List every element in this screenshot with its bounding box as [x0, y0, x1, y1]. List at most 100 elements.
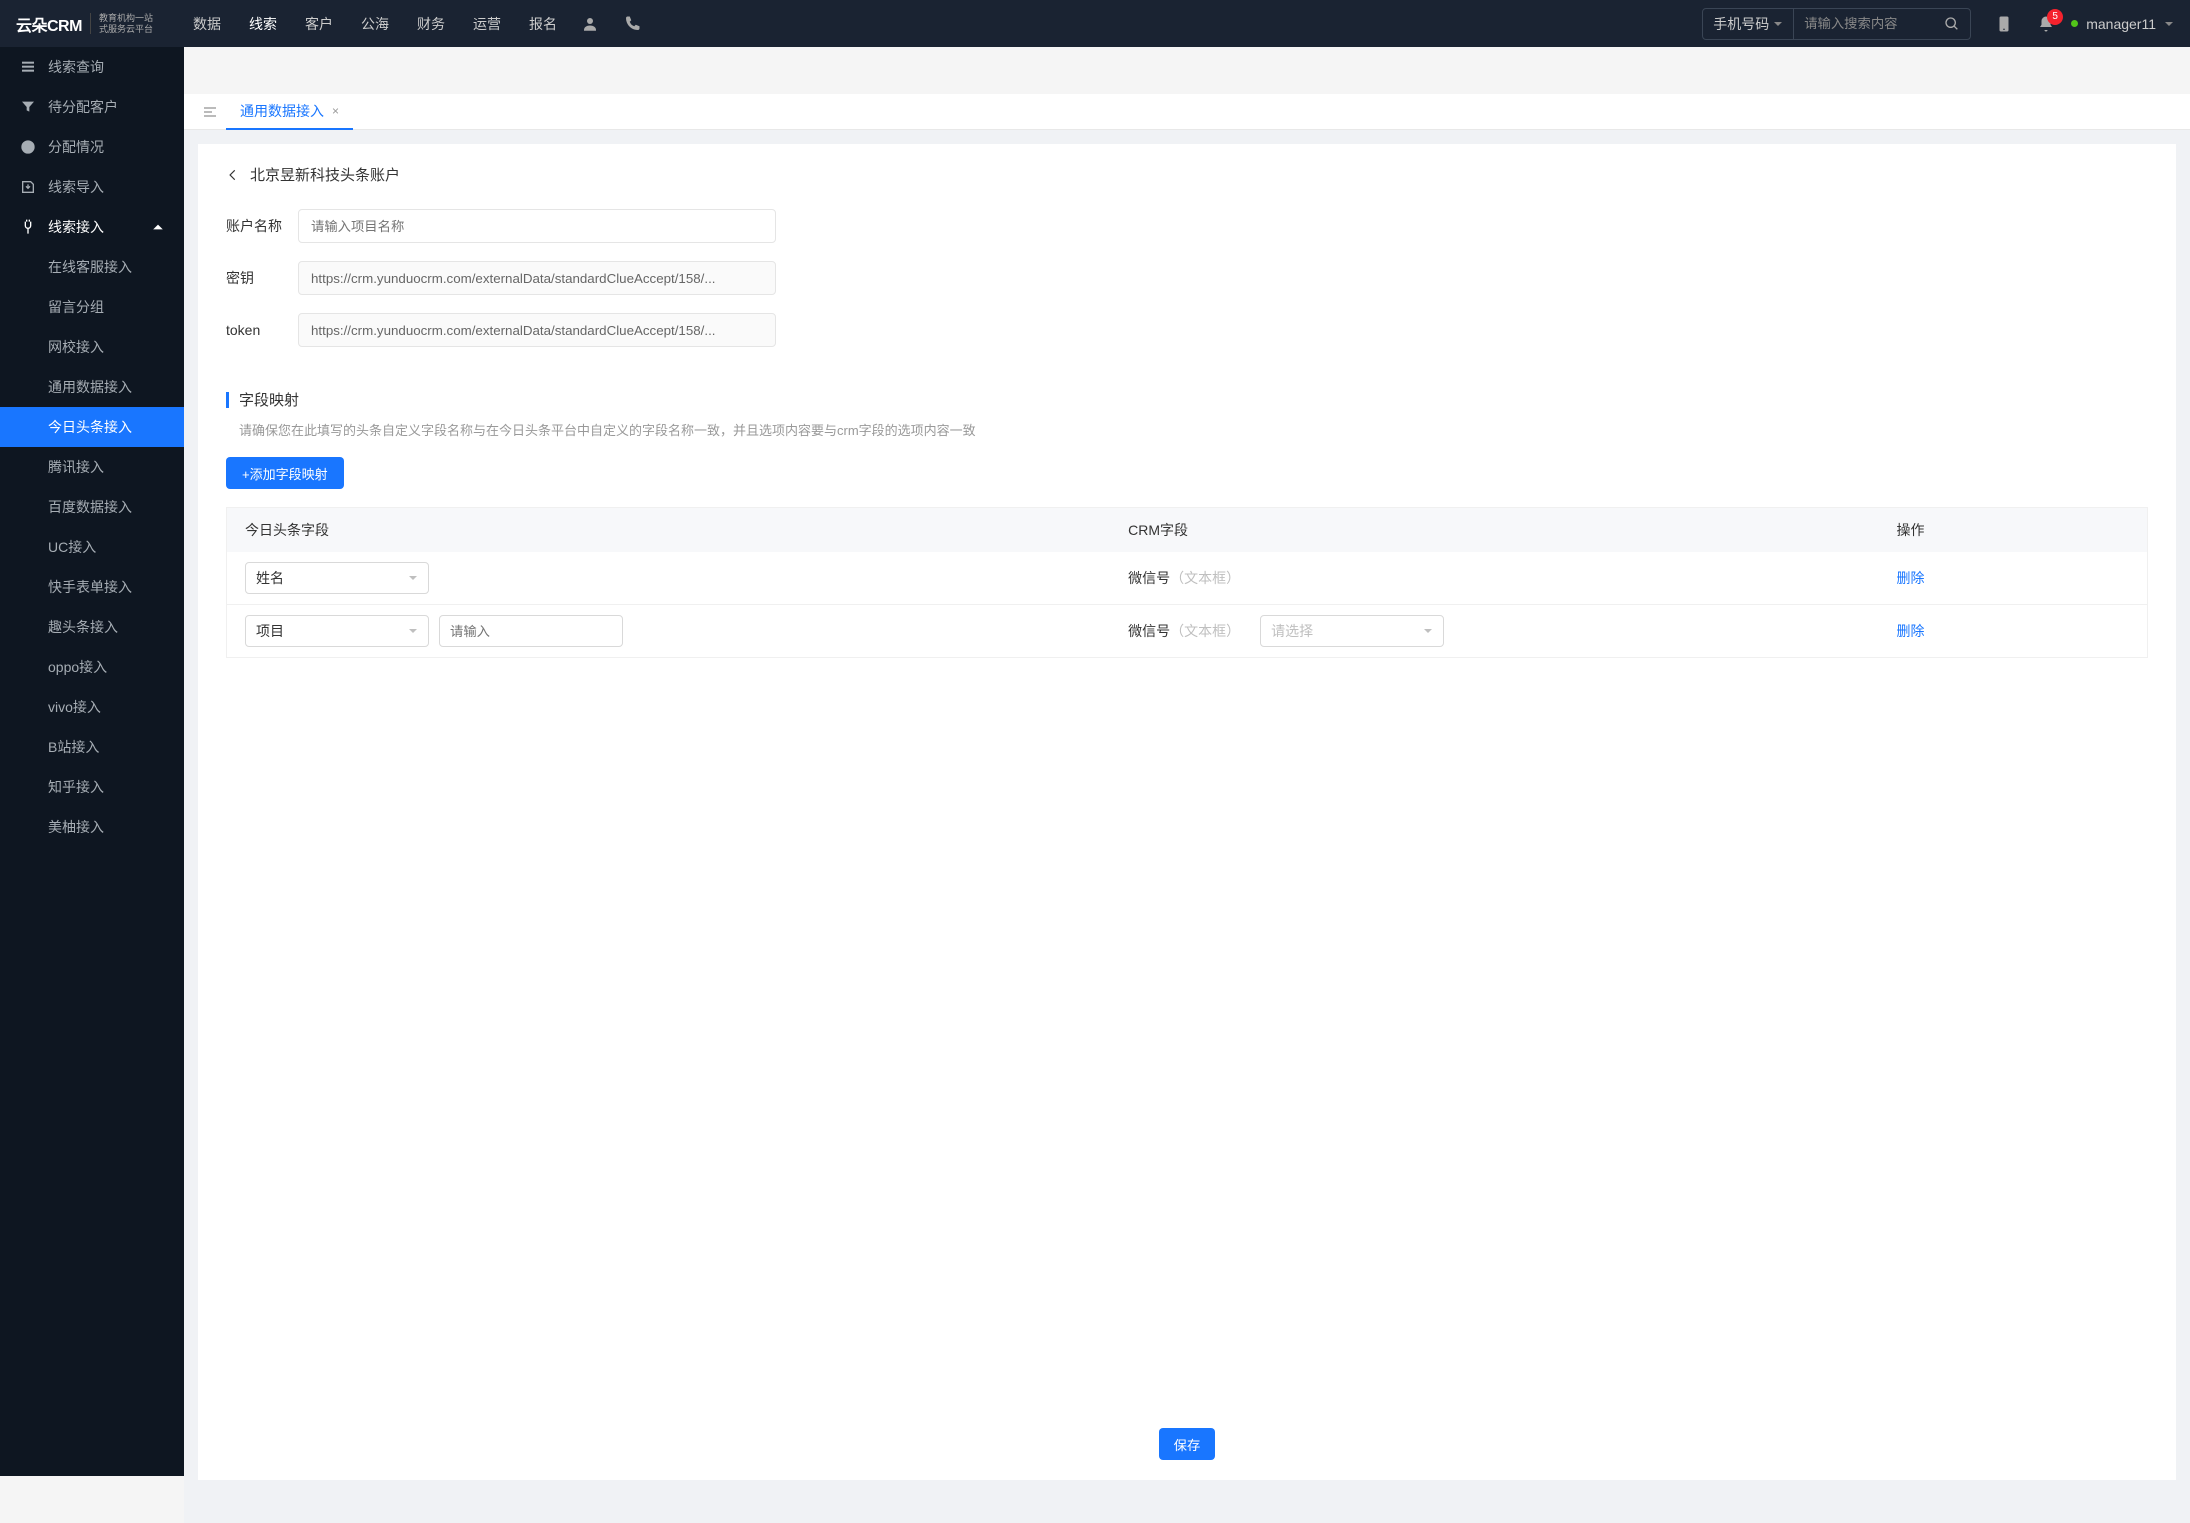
mobile-icon[interactable]: [1995, 15, 2013, 33]
top-nav: 数据 线索 客户 公海 财务 运营 报名: [193, 14, 557, 34]
tab-general-data[interactable]: 通用数据接入 ×: [226, 94, 353, 130]
crm-field-type: （文本框）: [1170, 570, 1240, 586]
notification-badge: 5: [2047, 9, 2063, 25]
chevron-down-icon: [1423, 626, 1433, 636]
search-input[interactable]: [1794, 9, 1934, 39]
sidebar-sub-vivo[interactable]: vivo接入: [0, 687, 184, 727]
nav-signup[interactable]: 报名: [529, 14, 557, 34]
page-title: 北京昱新科技头条账户: [250, 164, 400, 185]
nav-clue[interactable]: 线索: [249, 14, 277, 34]
chevron-down-icon: [408, 626, 418, 636]
nav-customer[interactable]: 客户: [305, 14, 333, 34]
sidebar-sub-oppo[interactable]: oppo接入: [0, 647, 184, 687]
search-button[interactable]: [1934, 9, 1970, 39]
crm-field-select[interactable]: 请选择: [1260, 615, 1444, 647]
sidebar-sub-tencent[interactable]: 腾讯接入: [0, 447, 184, 487]
mapping-table: 今日头条字段 CRM字段 操作 姓名 微信号（文本框）: [226, 507, 2148, 658]
toutiao-field-select[interactable]: 项目: [245, 615, 429, 647]
table-row: 项目 微信号（文本框） 请选择: [227, 605, 2148, 658]
chevron-down-icon: [1773, 19, 1783, 29]
nav-finance[interactable]: 财务: [417, 14, 445, 34]
sidebar-sub-message-group[interactable]: 留言分组: [0, 287, 184, 327]
header-right-icons: 5: [1995, 15, 2055, 33]
table-row: 姓名 微信号（文本框） 删除: [227, 552, 2148, 605]
status-indicator: [2071, 20, 2078, 27]
list-icon: [20, 59, 36, 75]
section-title: 字段映射: [226, 389, 2148, 410]
sidebar-sub-general[interactable]: 通用数据接入: [0, 367, 184, 407]
nav-data[interactable]: 数据: [193, 14, 221, 34]
sidebar-sub-online-cs[interactable]: 在线客服接入: [0, 247, 184, 287]
chevron-down-icon: [408, 573, 418, 583]
sidebar-item-unassigned[interactable]: 待分配客户: [0, 87, 184, 127]
import-icon: [20, 179, 36, 195]
main-area: 通用数据接入 × 北京昱新科技头条账户 账户名称 密钥 token 字段映射 请…: [184, 94, 2190, 1523]
sidebar-sub-baidu[interactable]: 百度数据接入: [0, 487, 184, 527]
search-type-select[interactable]: 手机号码: [1703, 9, 1794, 39]
chevron-up-icon: [152, 221, 164, 233]
sidebar-sub-zhihu[interactable]: 知乎接入: [0, 767, 184, 807]
back-icon[interactable]: [226, 168, 240, 182]
user-menu[interactable]: manager11: [2071, 16, 2174, 32]
th-toutiao: 今日头条字段: [227, 508, 1111, 553]
toutiao-field-select[interactable]: 姓名: [245, 562, 429, 594]
sidebar-item-clue-access[interactable]: 线索接入: [0, 207, 184, 247]
filter-icon: [20, 99, 36, 115]
sidebar-sub-school[interactable]: 网校接入: [0, 327, 184, 367]
form-row-token: token: [226, 313, 2148, 347]
token-label: token: [226, 322, 298, 338]
section-desc: 请确保您在此填写的头条自定义字段名称与在今日头条平台中自定义的字段名称一致，并且…: [239, 420, 2148, 439]
user-icon[interactable]: [581, 15, 599, 33]
form-row-secret: 密钥: [226, 261, 2148, 295]
secret-label: 密钥: [226, 268, 298, 288]
sidebar-item-import[interactable]: 线索导入: [0, 167, 184, 207]
crm-field-type: （文本框）: [1170, 623, 1240, 639]
tabs-bar: 通用数据接入 ×: [184, 94, 2190, 130]
chart-icon: [20, 139, 36, 155]
delete-link[interactable]: 删除: [1897, 570, 1925, 586]
secret-input[interactable]: [298, 261, 776, 295]
sidebar-sub-qutoutiao[interactable]: 趣头条接入: [0, 607, 184, 647]
nav-ops[interactable]: 运营: [473, 14, 501, 34]
token-input[interactable]: [298, 313, 776, 347]
add-mapping-button[interactable]: +添加字段映射: [226, 457, 344, 489]
crm-field-name: 微信号: [1128, 623, 1170, 639]
form-row-account: 账户名称: [226, 209, 2148, 243]
delete-link[interactable]: 删除: [1897, 623, 1925, 639]
logo-subtitle: 教育机构一站 式服务云平台: [90, 13, 153, 35]
sidebar-sub-meiyou[interactable]: 美柚接入: [0, 807, 184, 847]
header-icon-group: [581, 15, 641, 33]
th-crm: CRM字段: [1110, 508, 1878, 553]
search-icon: [1944, 16, 1960, 32]
nav-public[interactable]: 公海: [361, 14, 389, 34]
sidebar-item-allocation[interactable]: 分配情况: [0, 127, 184, 167]
footer-bar: 保存: [226, 1368, 2148, 1460]
sidebar-sub-uc[interactable]: UC接入: [0, 527, 184, 567]
phone-icon[interactable]: [623, 15, 641, 33]
toutiao-extra-input[interactable]: [439, 615, 623, 647]
menu-icon: [202, 104, 218, 120]
sidebar-sub-bilibili[interactable]: B站接入: [0, 727, 184, 767]
sidebar: 线索查询 待分配客户 分配情况 线索导入 线索接入 在线客服接入 留言分组 网校…: [0, 47, 184, 1476]
search-group: 手机号码: [1702, 8, 1971, 40]
logo-text: 云朵CRM: [16, 12, 82, 36]
th-action: 操作: [1879, 508, 2148, 553]
app-header: 云朵CRM 教育机构一站 式服务云平台 数据 线索 客户 公海 财务 运营 报名…: [0, 0, 2190, 47]
menu-toggle[interactable]: [194, 104, 226, 120]
notification-bell[interactable]: 5: [2037, 15, 2055, 33]
sidebar-item-clue-query[interactable]: 线索查询: [0, 47, 184, 87]
page-header: 北京昱新科技头条账户: [226, 164, 2148, 185]
save-button[interactable]: 保存: [1159, 1428, 1215, 1460]
section-bar: [226, 392, 229, 408]
tab-close-icon[interactable]: ×: [332, 104, 339, 118]
username: manager11: [2086, 16, 2156, 32]
logo: 云朵CRM 教育机构一站 式服务云平台: [16, 12, 153, 36]
plug-icon: [20, 219, 36, 235]
sidebar-sub-kuaishou[interactable]: 快手表单接入: [0, 567, 184, 607]
chevron-down-icon: [2164, 19, 2174, 29]
sidebar-sub-toutiao[interactable]: 今日头条接入: [0, 407, 184, 447]
content-panel: 北京昱新科技头条账户 账户名称 密钥 token 字段映射 请确保您在此填写的头…: [198, 144, 2176, 1480]
account-label: 账户名称: [226, 216, 298, 236]
crm-field-name: 微信号: [1128, 570, 1170, 586]
account-input[interactable]: [298, 209, 776, 243]
